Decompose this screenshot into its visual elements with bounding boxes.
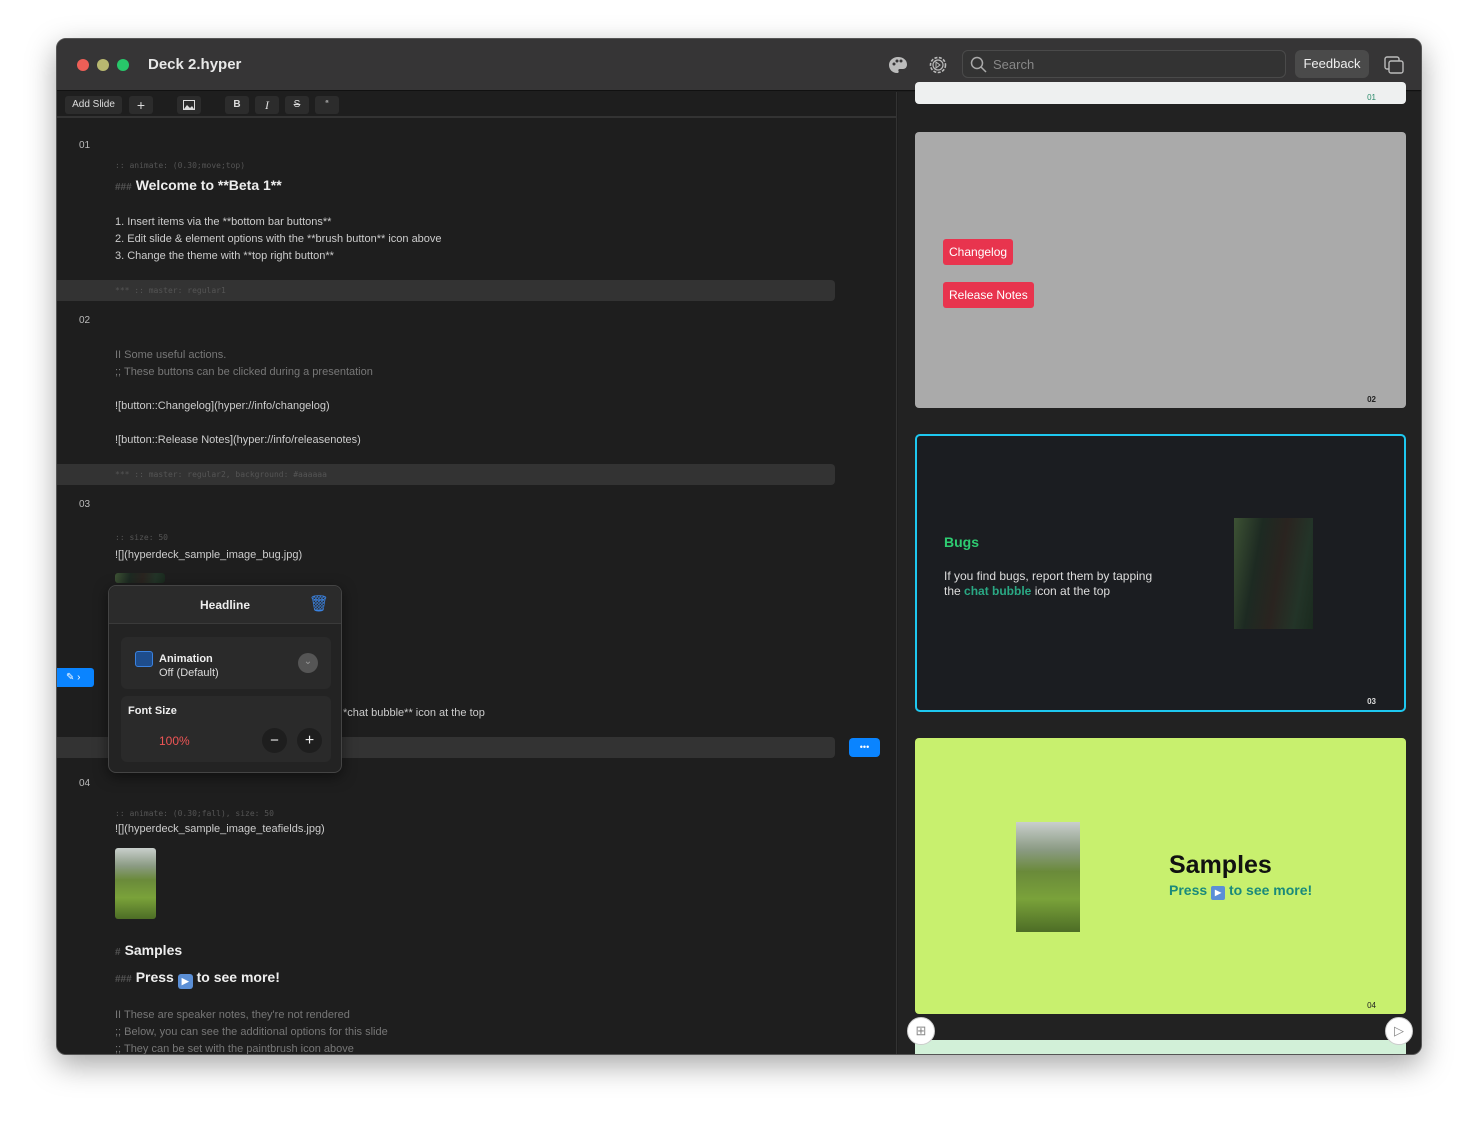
paintbrush-icon: ✎ [66,672,75,683]
grid-icon: ⊞ [915,1023,927,1038]
changelog-button[interactable]: Changelog [943,239,1014,265]
bug-image [1234,518,1313,629]
slide-number: 02 [79,315,91,326]
button-markup: ![button::Release Notes](hyper://info/re… [115,434,361,446]
slide-separator: *** :: master: regular2, background: #aa… [57,464,835,485]
slide-subtitle: Press ▶ to see more! [1169,882,1313,900]
animation-setting[interactable]: Animation Off (Default) ⌄ [121,637,331,689]
add-slide-button[interactable]: Add Slide [65,96,122,114]
chevron-right-icon: › [77,672,81,683]
code-line: :: animate: (0.30;fall), size: 50 [115,809,274,818]
add-button[interactable]: + [129,96,153,114]
play-icon: ▶ [177,974,193,989]
slide-title: Samples [1169,851,1272,879]
settings-gear-icon[interactable] [927,54,949,76]
strikethrough-button[interactable]: S [285,96,309,114]
minimize-button[interactable] [97,59,109,71]
slide-heading: # Samples [115,942,183,958]
text-line: *chat bubble** icon at the top [343,707,485,719]
close-button[interactable] [77,59,89,71]
slide-body: If you find bugs, report them by tapping… [944,569,1153,598]
popover-title: Headline [199,598,250,612]
app-window: Deck 2.hyper Search Feedback Add Slide +… [56,38,1422,1055]
markdown-editor[interactable]: Add Slide + B I S “ 01 :: animate: (0.30… [57,92,897,1055]
list-item: 3. Change the theme with **top right but… [115,250,334,262]
more-options-button[interactable]: ••• [849,738,880,757]
image-icon [183,100,195,110]
window-title: Deck 2.hyper [148,56,242,73]
slide-thumbnail-2[interactable]: Changelog Release Notes 02 [915,132,1406,408]
slide-thumbnail-1[interactable]: 01 [915,82,1406,104]
brush-options-button[interactable]: ✎ › [57,668,94,687]
slide-number: 04 [79,778,91,789]
button-markup: ![button::Changelog](hyper://info/change… [115,400,330,412]
grid-view-button[interactable]: ⊞ [907,1017,935,1045]
bug-image-thumbnail [115,573,165,583]
play-presentation-button[interactable]: ▷ [1385,1017,1413,1045]
font-size-value: 100% [159,734,190,748]
slide-subheading: ### Press ▶ to see more! [115,969,280,989]
teafields-image-thumbnail [115,848,156,919]
insert-image-button[interactable] [177,96,201,114]
teafields-image [1016,822,1080,932]
image-markup: ![](hyperdeck_sample_image_bug.jpg) [115,549,303,561]
slide-number: 03 [79,499,91,510]
element-options-popover: Headline 🗑 Animation Off (Default) ⌄ Fon… [108,585,342,773]
comment-line: ;; Below, you can see the additional opt… [115,1026,388,1038]
comment-line: ;; These buttons can be clicked during a… [115,366,373,378]
feedback-button[interactable]: Feedback [1295,50,1369,78]
slide-separator: *** :: master: regular1 [57,280,835,301]
search-icon [970,56,987,73]
release-notes-button[interactable]: Release Notes [943,282,1034,308]
slide-thumbnail-5[interactable] [915,1040,1406,1054]
search-input[interactable]: Search [962,50,1286,78]
speaker-note: II Some useful actions. [115,349,227,361]
speaker-note: II These are speaker notes, they're not … [115,1009,350,1021]
slide-preview-panel[interactable]: 01 Changelog Release Notes 02 Bugs If yo… [898,82,1421,1054]
increase-font-button[interactable]: + [297,728,322,753]
code-line: :: size: 50 [115,533,168,542]
code-line: :: animate: (0.30;move;top) [115,161,246,170]
search-placeholder: Search [993,57,1035,72]
quote-button[interactable]: “ [315,96,339,114]
list-item: 2. Edit slide & element options with the… [115,233,442,245]
image-markup: ![](hyperdeck_sample_image_teafields.jpg… [115,823,325,835]
list-item: 1. Insert items via the **bottom bar but… [115,216,332,228]
comment-line: ;; They can be set with the paintbrush i… [115,1043,354,1055]
slide-heading: ### Welcome to **Beta 1** [115,177,282,193]
chevron-down-icon[interactable]: ⌄ [298,653,318,673]
play-icon: ▷ [1394,1023,1404,1038]
palette-icon[interactable] [887,54,909,76]
slide-number: 01 [79,140,91,151]
slide-title: Bugs [944,534,979,550]
trash-icon[interactable]: 🗑 [309,586,329,624]
decrease-font-button[interactable]: − [262,728,287,753]
bold-button[interactable]: B [225,96,249,114]
windows-icon[interactable] [1383,54,1405,76]
slide-thumbnail-4[interactable]: Samples Press ▶ to see more! 04 [915,738,1406,1014]
animation-icon [135,651,153,667]
zoom-button[interactable] [117,59,129,71]
slide-thumbnail-3-selected[interactable]: Bugs If you find bugs, report them by ta… [915,434,1406,712]
font-size-setting: Font Size 100% − + [121,696,331,762]
italic-button[interactable]: I [255,96,279,114]
hash-marker: ### [115,182,132,193]
editor-toolbar: Add Slide + B I S “ [57,92,896,118]
play-icon: ▶ [1211,886,1226,900]
